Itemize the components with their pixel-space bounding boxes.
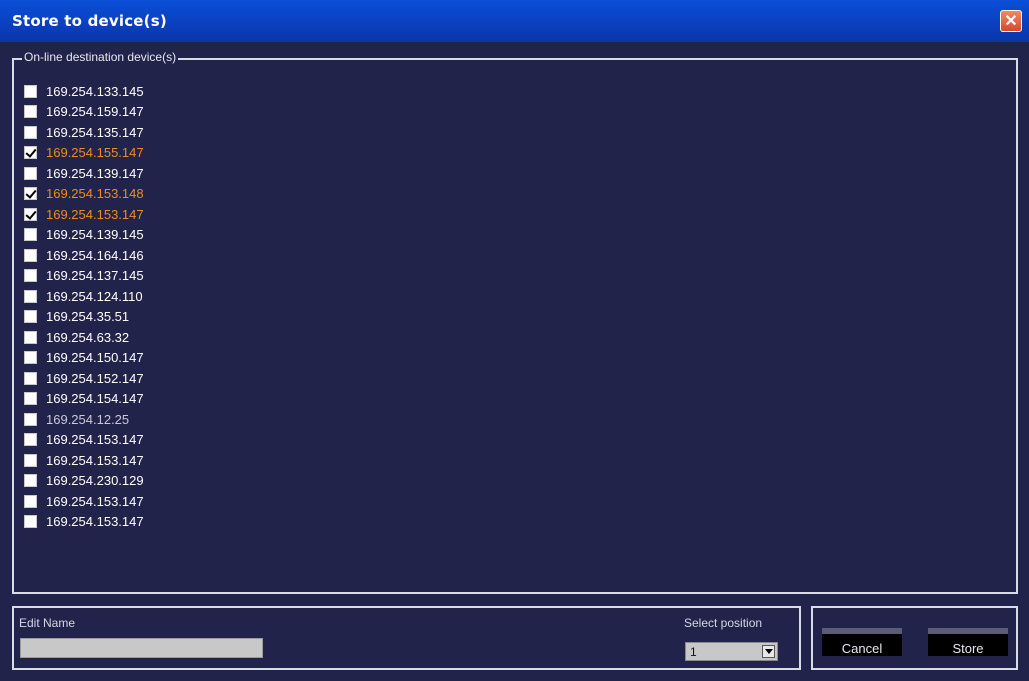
device-ip-label: 169.254.155.147 bbox=[46, 145, 144, 161]
device-checkbox[interactable] bbox=[24, 166, 37, 180]
device-ip-label: 169.254.124.110 bbox=[46, 288, 143, 304]
devices-group: On-line destination device(s) 169.254.13… bbox=[12, 50, 1018, 594]
window-title: Store to device(s) bbox=[12, 12, 167, 30]
action-buttons-group: Cancel Store bbox=[811, 606, 1018, 670]
device-ip-label: 169.254.63.32 bbox=[46, 329, 130, 345]
device-checkbox[interactable] bbox=[24, 248, 37, 262]
device-ip-label: 169.254.139.145 bbox=[46, 227, 144, 243]
device-ip-label: 169.254.153.147 bbox=[46, 206, 144, 222]
device-row[interactable]: 169.254.152.147 bbox=[24, 368, 144, 389]
close-icon: ✕ bbox=[1004, 13, 1018, 30]
device-checkbox[interactable] bbox=[24, 125, 37, 139]
device-ip-label: 169.254.154.147 bbox=[46, 391, 144, 407]
position-select-value: 1 bbox=[690, 645, 697, 659]
edit-name-label: Edit Name bbox=[19, 616, 76, 630]
store-dialog: Store to device(s) ✕ On-line destination… bbox=[0, 0, 1029, 681]
device-row[interactable]: 169.254.153.147 bbox=[24, 491, 144, 512]
device-ip-label: 169.254.35.51 bbox=[46, 309, 130, 325]
device-ip-label: 169.254.153.147 bbox=[46, 452, 144, 468]
device-ip-label: 169.254.152.147 bbox=[46, 370, 144, 386]
device-checkbox[interactable] bbox=[24, 146, 37, 160]
device-checkbox[interactable] bbox=[24, 474, 37, 488]
device-row[interactable]: 169.254.63.32 bbox=[24, 327, 144, 348]
device-ip-label: 169.254.139.147 bbox=[46, 165, 144, 181]
device-ip-label: 169.254.150.147 bbox=[46, 350, 144, 366]
device-checkbox[interactable] bbox=[24, 330, 37, 344]
device-checkbox[interactable] bbox=[24, 84, 37, 98]
device-checkbox[interactable] bbox=[24, 289, 37, 303]
device-ip-label: 169.254.12.25 bbox=[46, 411, 130, 427]
device-row[interactable]: 169.254.159.147 bbox=[24, 102, 144, 123]
edit-name-input[interactable] bbox=[20, 638, 263, 658]
close-button[interactable]: ✕ bbox=[1000, 10, 1022, 32]
device-ip-label: 169.254.133.145 bbox=[46, 83, 144, 99]
device-checkbox[interactable] bbox=[24, 412, 37, 426]
device-list: 169.254.133.145 169.254.159.147 169.254.13… bbox=[24, 81, 144, 532]
device-checkbox[interactable] bbox=[24, 310, 37, 324]
device-checkbox[interactable] bbox=[24, 187, 37, 201]
device-row[interactable]: 169.254.135.147 bbox=[24, 122, 144, 143]
device-row[interactable]: 169.254.133.145 bbox=[24, 81, 144, 102]
device-ip-label: 169.254.153.147 bbox=[46, 514, 144, 530]
device-checkbox[interactable] bbox=[24, 371, 37, 385]
device-row[interactable]: 169.254.139.145 bbox=[24, 225, 144, 246]
device-ip-label: 169.254.153.147 bbox=[46, 493, 144, 509]
device-row[interactable]: 169.254.35.51 bbox=[24, 307, 144, 328]
devices-group-legend: On-line destination device(s) bbox=[22, 50, 179, 64]
device-checkbox[interactable] bbox=[24, 392, 37, 406]
device-row[interactable]: 169.254.230.129 bbox=[24, 471, 144, 492]
device-checkbox[interactable] bbox=[24, 207, 37, 221]
select-position-label: Select position bbox=[684, 616, 763, 630]
device-checkbox[interactable] bbox=[24, 105, 37, 119]
device-row[interactable]: 169.254.153.147 bbox=[24, 430, 144, 451]
device-ip-label: 169.254.153.148 bbox=[46, 186, 144, 202]
device-row[interactable]: 169.254.124.110 bbox=[24, 286, 144, 307]
device-row[interactable]: 169.254.12.25 bbox=[24, 409, 144, 430]
device-row[interactable]: 169.254.153.147 bbox=[24, 450, 144, 471]
device-row[interactable]: 169.254.155.147 bbox=[24, 143, 144, 164]
position-select[interactable]: 1 bbox=[685, 642, 778, 661]
edit-group: Edit Name Select position 1 bbox=[12, 606, 801, 670]
cancel-button[interactable]: Cancel bbox=[822, 628, 902, 656]
device-checkbox[interactable] bbox=[24, 351, 37, 365]
device-ip-label: 169.254.230.129 bbox=[46, 473, 144, 489]
device-row[interactable]: 169.254.164.146 bbox=[24, 245, 144, 266]
device-checkbox[interactable] bbox=[24, 515, 37, 529]
chevron-down-icon[interactable] bbox=[762, 645, 775, 658]
device-ip-label: 169.254.153.147 bbox=[46, 432, 144, 448]
device-ip-label: 169.254.164.146 bbox=[46, 247, 144, 263]
device-checkbox[interactable] bbox=[24, 453, 37, 467]
title-bar[interactable]: Store to device(s) ✕ bbox=[0, 0, 1029, 42]
device-row[interactable]: 169.254.154.147 bbox=[24, 389, 144, 410]
store-button[interactable]: Store bbox=[928, 628, 1008, 656]
device-checkbox[interactable] bbox=[24, 228, 37, 242]
device-ip-label: 169.254.135.147 bbox=[46, 124, 144, 140]
device-row[interactable]: 169.254.137.145 bbox=[24, 266, 144, 287]
device-row[interactable]: 169.254.153.148 bbox=[24, 184, 144, 205]
device-ip-label: 169.254.159.147 bbox=[46, 104, 144, 120]
device-checkbox[interactable] bbox=[24, 494, 37, 508]
device-checkbox[interactable] bbox=[24, 433, 37, 447]
device-row[interactable]: 169.254.139.147 bbox=[24, 163, 144, 184]
device-row[interactable]: 169.254.150.147 bbox=[24, 348, 144, 369]
device-ip-label: 169.254.137.145 bbox=[46, 268, 144, 284]
device-row[interactable]: 169.254.153.147 bbox=[24, 512, 144, 533]
device-row[interactable]: 169.254.153.147 bbox=[24, 204, 144, 225]
device-checkbox[interactable] bbox=[24, 269, 37, 283]
